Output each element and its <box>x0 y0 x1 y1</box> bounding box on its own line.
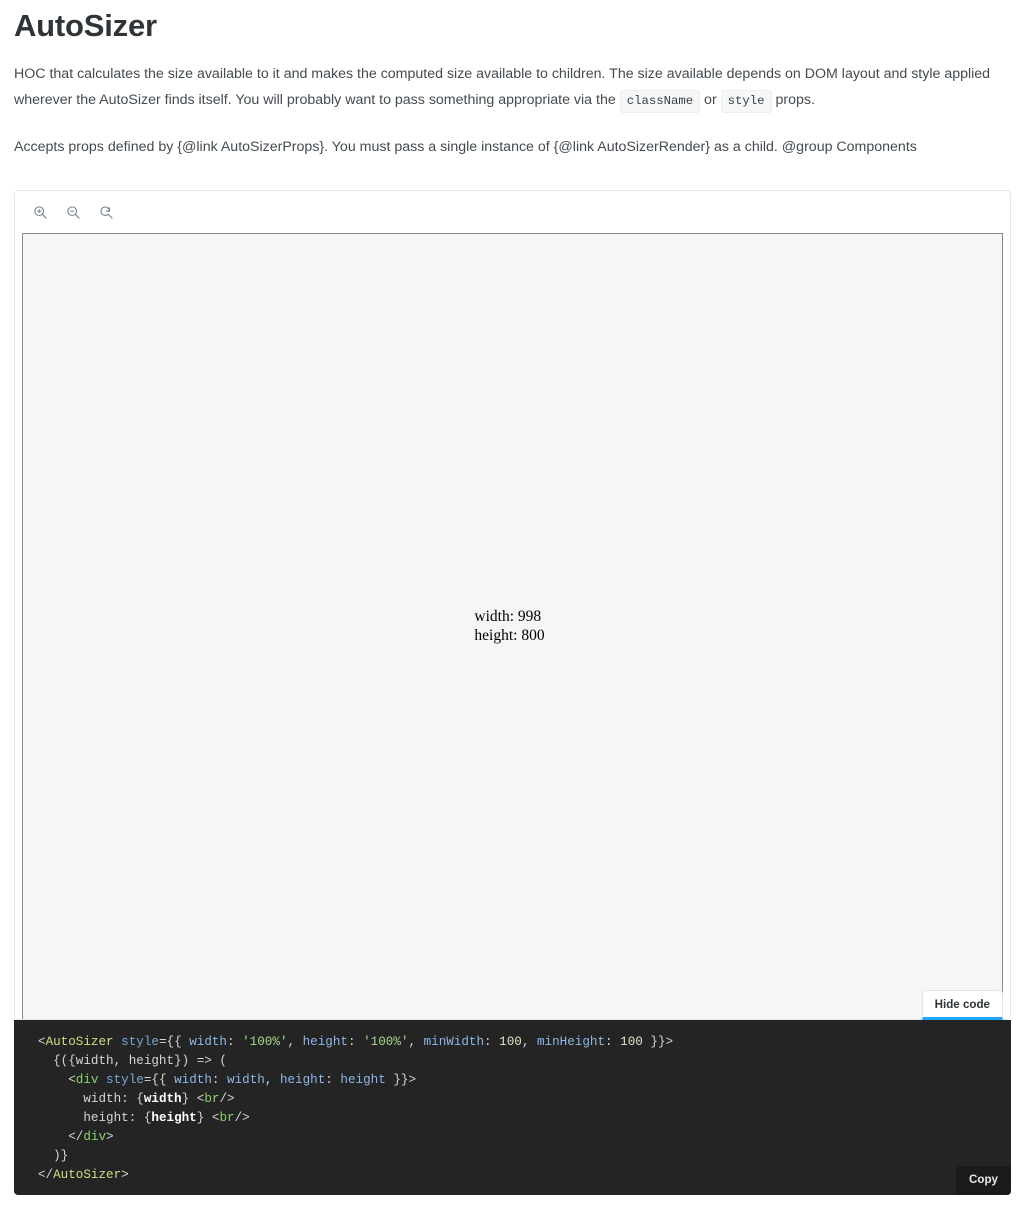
code-block-panel: <AutoSizer style={{ width: '100%', heigh… <box>14 1020 1011 1195</box>
code-line-1: <AutoSizer style={{ width: '100%', heigh… <box>38 1035 674 1049</box>
zoom-out-icon <box>66 205 81 220</box>
inline-code-classname: className <box>619 90 701 113</box>
zoom-reset-icon <box>99 205 114 220</box>
measured-height-label: height: 800 <box>474 626 545 644</box>
measured-width-label: width: 998 <box>474 608 542 625</box>
autosizer-content: width: 998 height: 800 <box>23 234 1002 1019</box>
description-text-1: HOC that calculates the size available t… <box>14 66 991 108</box>
zoom-reset-button[interactable] <box>95 201 117 223</box>
storybook-docs-page: AutoSizer HOC that calculates the size a… <box>0 0 1025 1215</box>
description-paragraph-2: Accepts props defined by {@link AutoSize… <box>14 139 917 155</box>
code-line-7: )} <box>53 1149 69 1163</box>
source-code[interactable]: <AutoSizer style={{ width: '100%', heigh… <box>14 1033 1011 1185</box>
story-preview-panel: width: 998 height: 800 Hide code <box>14 190 1011 1020</box>
code-line-4: width: {width} <br/> <box>83 1092 235 1106</box>
code-line-5: height: {height} <br/> <box>83 1111 250 1125</box>
docs-header: AutoSizer HOC that calculates the size a… <box>0 0 1025 160</box>
copy-code-button[interactable]: Copy <box>956 1166 1011 1195</box>
zoom-in-icon <box>33 205 48 220</box>
zoom-in-button[interactable] <box>29 201 51 223</box>
code-line-2: {({width, height}) => ( <box>53 1054 227 1068</box>
hide-code-button[interactable]: Hide code <box>921 990 1003 1020</box>
story-canvas: width: 998 height: 800 <box>22 233 1003 1019</box>
page-title: AutoSizer <box>14 8 157 43</box>
size-readout: width: 998 height: 800 <box>474 608 544 645</box>
inline-code-style: style <box>720 90 772 113</box>
code-line-8: </AutoSizer> <box>38 1168 129 1182</box>
code-line-3: <div style={{ width: width, height: heig… <box>68 1073 417 1087</box>
code-line-6: </div> <box>68 1130 114 1144</box>
preview-toolbar <box>15 191 1010 233</box>
description-conjunction: or <box>700 92 721 108</box>
description-paragraph-1: HOC that calculates the size available t… <box>14 46 1011 114</box>
zoom-out-button[interactable] <box>62 201 84 223</box>
description-text-1-end: props. <box>771 92 815 108</box>
